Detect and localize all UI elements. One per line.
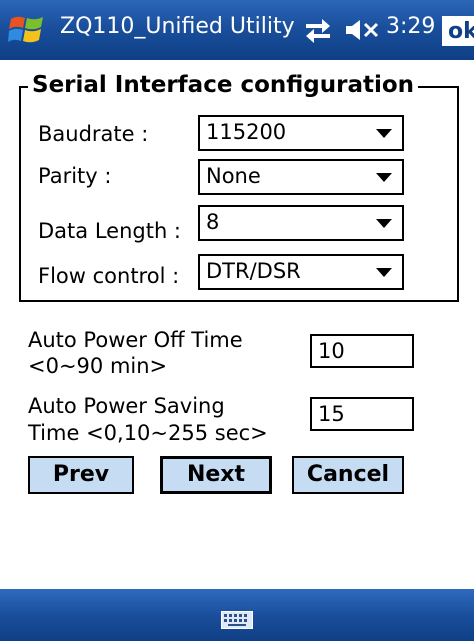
flow-control-label: Flow control : — [38, 264, 180, 288]
flow-control-select[interactable]: DTR/DSR — [198, 254, 404, 290]
auto-power-off-input[interactable]: 10 — [310, 334, 414, 368]
flow-control-value: DTR/DSR — [206, 259, 301, 283]
auto-power-saving-range: Time <0,10~255 sec> — [28, 421, 268, 445]
clock[interactable]: 3:29 — [386, 14, 435, 39]
auto-power-off-value: 10 — [318, 339, 345, 363]
baudrate-label: Baudrate : — [38, 122, 149, 146]
cancel-button[interactable]: Cancel — [292, 456, 404, 494]
prev-button[interactable]: Prev — [28, 456, 134, 494]
auto-power-off-range: <0~90 min> — [28, 354, 168, 378]
auto-power-saving-value: 15 — [318, 402, 345, 426]
data-length-value: 8 — [206, 210, 220, 234]
parity-label: Parity : — [38, 164, 112, 188]
data-length-select[interactable]: 8 — [198, 205, 404, 241]
data-length-label: Data Length : — [38, 219, 182, 243]
group-title: Serial Interface configuration — [28, 72, 419, 98]
auto-power-off-label: Auto Power Off Time — [28, 328, 243, 352]
next-button[interactable]: Next — [160, 456, 272, 494]
chevron-down-icon — [376, 268, 392, 277]
keyboard-icon[interactable] — [221, 611, 253, 629]
baudrate-select[interactable]: 115200 — [198, 115, 404, 151]
volume-muted-icon[interactable] — [344, 18, 380, 42]
parity-select[interactable]: None — [198, 159, 404, 195]
baudrate-value: 115200 — [206, 120, 287, 144]
window-title: ZQ110_Unified Utility — [60, 14, 295, 39]
auto-power-saving-input[interactable]: 15 — [310, 397, 414, 431]
parity-value: None — [206, 164, 261, 188]
auto-power-saving-label: Auto Power Saving — [28, 394, 225, 418]
windows-start-icon[interactable] — [8, 13, 46, 47]
ok-button[interactable]: ok — [442, 16, 474, 46]
chevron-down-icon — [376, 173, 392, 182]
chevron-down-icon — [376, 219, 392, 228]
chevron-down-icon — [376, 129, 392, 138]
sync-icon[interactable] — [302, 14, 334, 44]
